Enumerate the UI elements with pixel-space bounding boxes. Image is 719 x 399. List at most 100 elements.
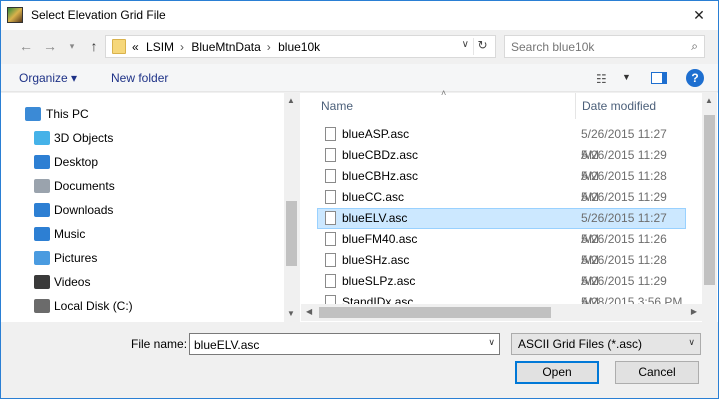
sidebar-item-label: Pictures [54, 251, 98, 265]
sidebar-item-label: Downloads [54, 203, 114, 217]
file-name-label: File name: [131, 337, 188, 351]
file-row[interactable]: StandIDx.asc 5/28/2015 3:56 PM [317, 292, 686, 304]
close-button[interactable]: ✕ [688, 5, 710, 25]
breadcrumb-item-bluemtndata[interactable]: BlueMtnData [191, 40, 260, 54]
scroll-right-icon[interactable]: ▶ [691, 307, 697, 316]
file-name: blueCBHz.asc [342, 169, 419, 183]
breadcrumb-overflow[interactable]: « [132, 40, 139, 54]
address-bar[interactable]: « LSIM › BlueMtnData › blue10k ∨ ↻ [105, 35, 496, 58]
scroll-left-icon[interactable]: ◀ [306, 307, 312, 316]
file-icon [325, 190, 336, 204]
sidebar-item-3d-objects[interactable]: 3D Objects [1, 127, 285, 149]
chevron-right-icon[interactable]: › [180, 40, 184, 54]
navigation-pane: This PC 3D Objects Desktop Documents Dow… [1, 93, 299, 322]
title-bar: Select Elevation Grid File ✕ [0, 0, 719, 30]
window-title: Select Elevation Grid File [31, 8, 166, 22]
sidebar-item-local-disk[interactable]: Local Disk (C:) [1, 295, 285, 317]
file-list-vertical-scrollbar[interactable]: ▲ [702, 93, 717, 322]
chevron-down-icon[interactable]: ∨ [488, 337, 495, 348]
breadcrumb: « LSIM › BlueMtnData › blue10k [132, 40, 324, 54]
chevron-down-icon[interactable]: ∨ [688, 337, 695, 348]
file-name-input[interactable] [194, 337, 474, 352]
refresh-icon: ↻ [477, 38, 488, 52]
app-icon [7, 7, 23, 23]
file-icon [325, 169, 336, 183]
search-box[interactable]: ⌕ [504, 35, 705, 58]
sidebar-item-label: Videos [54, 275, 91, 289]
sort-ascending-icon: ˄ [441, 88, 447, 98]
search-icon[interactable]: ⌕ [691, 39, 698, 54]
view-options-icon[interactable]: ☷ [596, 72, 607, 86]
breadcrumb-item-blue10k[interactable]: blue10k [278, 40, 320, 54]
refresh-button[interactable]: ↻ [473, 38, 491, 55]
column-header-date-modified[interactable]: Date modified [582, 93, 656, 119]
scrollbar-thumb[interactable] [704, 115, 715, 285]
scroll-down-icon[interactable]: ▼ [287, 309, 295, 318]
file-name: blueSLPz.asc [342, 274, 416, 288]
recent-locations-button[interactable]: ▾ [62, 36, 82, 56]
file-row[interactable]: blueCBHz.asc 5/26/2015 11:28 AM [317, 166, 686, 204]
sidebar-item-label: Documents [54, 179, 115, 193]
sidebar-item-videos[interactable]: Videos [1, 271, 285, 293]
document-icon [34, 179, 50, 193]
scrollbar-thumb[interactable] [319, 307, 551, 318]
file-name: blueFM40.asc [342, 232, 418, 246]
sidebar-item-this-pc[interactable]: This PC [1, 103, 285, 125]
cube-icon [34, 131, 50, 145]
sidebar-item-label: Local Disk (C:) [54, 299, 133, 313]
scrollbar-thumb[interactable] [286, 201, 297, 266]
file-type-select[interactable]: ASCII Grid Files (*.asc) ∨ [511, 333, 701, 355]
file-date-modified: 5/28/2015 3:56 PM [581, 295, 683, 304]
file-name: blueSHz.asc [342, 253, 410, 267]
file-icon [325, 253, 336, 267]
sidebar-item-label: Desktop [54, 155, 99, 169]
file-row[interactable]: blueCC.asc 5/26/2015 11:29 AM [317, 187, 686, 225]
film-icon [34, 275, 50, 289]
cancel-button[interactable]: Cancel [615, 361, 699, 384]
file-name: blueCC.asc [342, 190, 405, 204]
back-button[interactable]: ← [16, 36, 36, 56]
scroll-up-icon[interactable]: ▲ [705, 96, 713, 105]
file-row[interactable]: blueASP.asc 5/26/2015 11:27 AM [317, 124, 686, 162]
new-folder-button[interactable]: New folder [111, 71, 168, 85]
navigation-pane-scrollbar[interactable]: ▲ ▼ [284, 93, 299, 322]
chevron-right-icon[interactable]: › [267, 40, 271, 54]
music-note-icon [34, 227, 50, 241]
file-row[interactable]: blueCBDz.asc 5/26/2015 11:29 AM [317, 145, 686, 183]
sidebar-item-downloads[interactable]: Downloads [1, 199, 285, 221]
file-list-horizontal-scrollbar[interactable]: ◀ ▶ [301, 304, 702, 321]
file-name-field[interactable]: ∨ [189, 333, 500, 355]
preview-pane-icon[interactable] [651, 72, 667, 84]
open-button[interactable]: Open [515, 361, 599, 384]
address-dropdown-icon[interactable]: ∨ [462, 39, 469, 50]
sidebar-item-documents[interactable]: Documents [1, 175, 285, 197]
sidebar-item-desktop[interactable]: Desktop [1, 151, 285, 173]
chevron-down-icon: ▾ [69, 41, 75, 51]
breadcrumb-item-lsim[interactable]: LSIM [146, 40, 174, 54]
view-dropdown-icon[interactable]: ▼ [622, 72, 631, 82]
sidebar-item-label: This PC [46, 107, 89, 121]
scroll-up-icon[interactable]: ▲ [287, 96, 295, 105]
file-row[interactable]: blueSLPz.asc 5/26/2015 11:29 AM [317, 271, 686, 309]
file-icon [325, 295, 336, 304]
command-bar: Organize ▾ New folder ☷ ▼ ? [1, 64, 718, 92]
help-icon[interactable]: ? [686, 69, 704, 87]
file-row[interactable]: blueFM40.asc 5/26/2015 11:26 AM [317, 229, 686, 267]
file-type-value: ASCII Grid Files (*.asc) [518, 337, 643, 351]
file-name: blueASP.asc [342, 127, 410, 141]
forward-arrow-icon: → [43, 38, 57, 54]
file-icon [325, 148, 336, 162]
forward-button[interactable]: → [40, 36, 60, 56]
file-row-selected[interactable]: blueELV.asc 5/26/2015 11:27 AM [317, 208, 686, 246]
file-icon [325, 274, 336, 288]
column-header-name[interactable]: Name [321, 93, 353, 119]
organize-menu-button[interactable]: Organize ▾ [19, 71, 77, 85]
file-row[interactable]: blueSHz.asc 5/26/2015 11:28 AM [317, 250, 686, 288]
sidebar-item-pictures[interactable]: Pictures [1, 247, 285, 269]
search-input[interactable] [511, 39, 671, 54]
file-name: StandIDx.asc [342, 295, 414, 304]
sidebar-item-music[interactable]: Music [1, 223, 285, 245]
up-button[interactable]: ↑ [84, 36, 104, 56]
column-divider[interactable] [575, 93, 576, 119]
drive-icon [34, 299, 50, 313]
